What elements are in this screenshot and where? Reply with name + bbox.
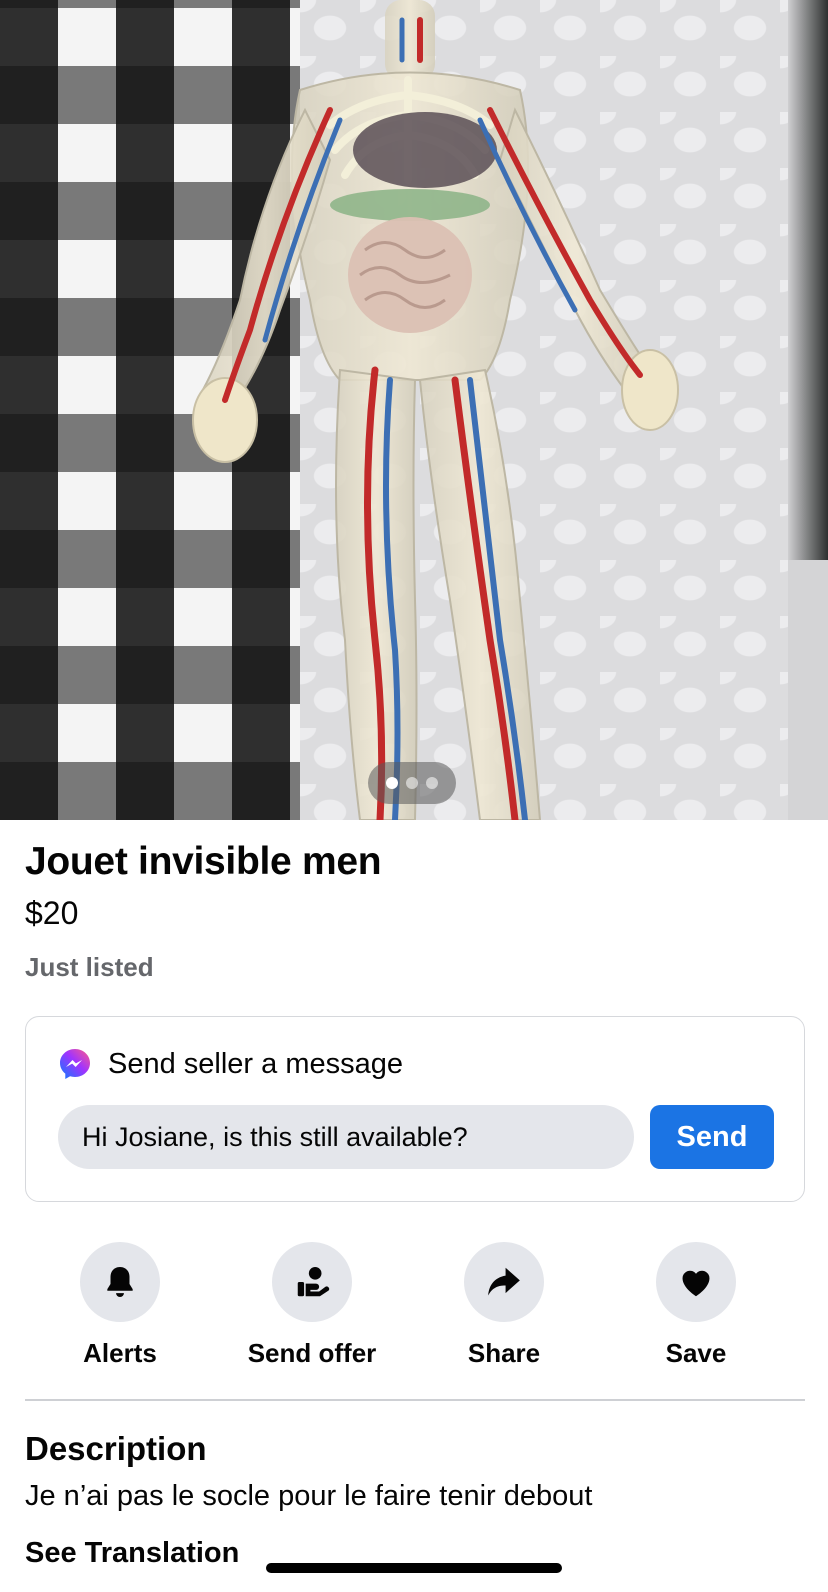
pager-dot <box>406 777 418 789</box>
alerts-circle[interactable] <box>80 1242 160 1322</box>
photo-background-edge <box>788 0 828 560</box>
share-button[interactable]: Share <box>409 1242 599 1369</box>
listing-photo[interactable] <box>0 0 828 820</box>
offer-hand-icon <box>297 1266 330 1297</box>
share-arrow-icon <box>488 1267 520 1296</box>
listing-status: Just listed <box>25 952 154 982</box>
send-button[interactable]: Send <box>650 1105 774 1169</box>
save-button[interactable]: Save <box>601 1242 791 1369</box>
marketplace-listing-page: Jouet invisible men $20 Just listed Send… <box>0 0 828 1592</box>
alerts-label: Alerts <box>83 1338 157 1368</box>
send-offer-label: Send offer <box>247 1338 377 1368</box>
send-offer-button[interactable]: Send offer <box>217 1242 407 1369</box>
see-translation-link[interactable]: See Translation <box>25 1537 239 1570</box>
share-label: Share <box>467 1338 541 1368</box>
pager-dot <box>426 777 438 789</box>
message-header: Send seller a message <box>58 1047 403 1081</box>
send-offer-circle[interactable] <box>272 1242 352 1322</box>
share-circle[interactable] <box>464 1242 544 1322</box>
description-text: Je n’ai pas le socle pour le faire tenir… <box>25 1480 593 1512</box>
photo-floor <box>788 560 828 820</box>
alerts-button[interactable]: Alerts <box>25 1242 215 1369</box>
message-input[interactable] <box>58 1105 634 1169</box>
home-indicator[interactable] <box>266 1563 562 1573</box>
listing-price: $20 <box>25 895 79 931</box>
section-divider <box>25 1399 805 1401</box>
listing-title: Jouet invisible men <box>25 840 382 883</box>
anatomy-model-figure <box>192 0 679 820</box>
heart-icon <box>682 1270 710 1297</box>
message-seller-card: Send seller a message Send <box>25 1016 805 1202</box>
messenger-icon <box>60 1049 90 1079</box>
description-heading: Description <box>25 1430 207 1467</box>
message-header-label: Send seller a message <box>108 1047 403 1080</box>
save-circle[interactable] <box>656 1242 736 1322</box>
save-label: Save <box>665 1338 727 1368</box>
bell-icon <box>107 1266 133 1298</box>
photo-pager[interactable] <box>368 762 456 804</box>
action-row: Alerts Send offer Share Save <box>25 1242 805 1372</box>
pager-dot <box>386 777 398 789</box>
